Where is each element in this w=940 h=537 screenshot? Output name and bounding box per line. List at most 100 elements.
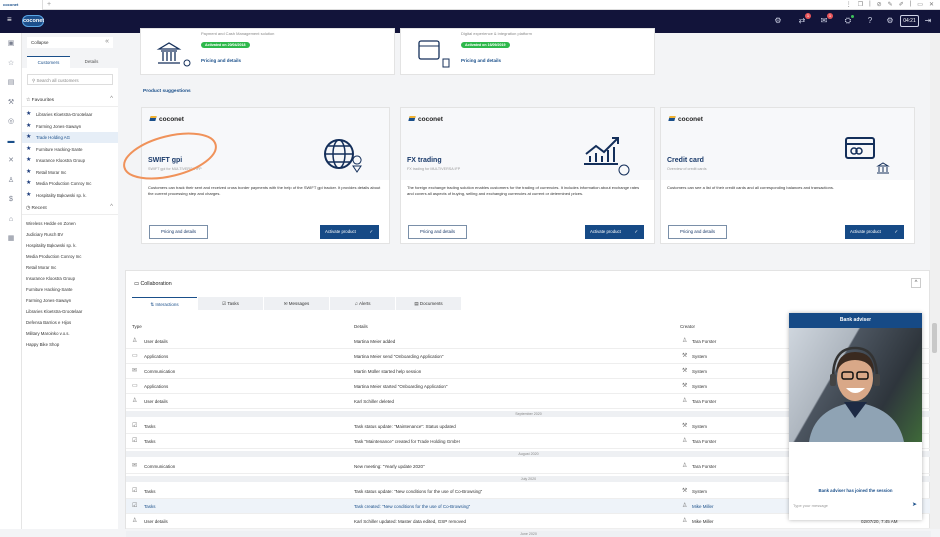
details-cell: Martina Meier added (354, 339, 396, 344)
help-icon[interactable]: ? (865, 16, 875, 26)
recent-item[interactable]: Furniture Hacking-Sante (26, 287, 73, 292)
window-control[interactable]: | (910, 1, 912, 8)
star-icon[interactable]: ★ (26, 178, 31, 189)
recent-header[interactable]: ◷ Recent ^ (22, 203, 118, 215)
column-details[interactable]: Details (354, 324, 368, 329)
window-control[interactable]: ⋮ (846, 1, 852, 8)
tab-documents[interactable]: ▤ Documents (396, 297, 461, 310)
recent-item[interactable]: Wireless Hedde en Zonen (26, 221, 76, 226)
favourites-header[interactable]: ☆ Favourites ^ (22, 95, 118, 107)
collapse-button[interactable]: Collapse « (27, 37, 113, 48)
window-control[interactable]: ❐ (858, 1, 863, 8)
chat-message-input[interactable]: Type your message (793, 503, 828, 508)
collaboration-tabs: ⇅ Interactions ☑ Tasks ✉ Messages ♫ Alerts ▤… (132, 297, 461, 310)
credit-card-icon (842, 134, 892, 181)
recent-item[interactable]: Judiciary Rusch BV (26, 232, 63, 237)
new-tab-button[interactable]: + (47, 1, 51, 8)
tab-customers[interactable]: Customers (27, 56, 70, 68)
pricing-button[interactable]: Pricing and details (408, 225, 467, 239)
pricing-button[interactable]: Pricing and details (149, 225, 208, 239)
window-controls: ⋮ ❐ | ⊘ ✎ ✐ | ▭ ✕ (846, 1, 934, 8)
search-input[interactable]: ⚲ Search all customers (27, 74, 113, 85)
favourite-item[interactable]: ★ Farming Jones-Sawayn (22, 121, 118, 132)
cards-icon[interactable]: ▤ (5, 77, 17, 89)
menu-icon[interactable]: ≡ (7, 15, 12, 24)
window-control[interactable]: ✎ (888, 1, 893, 8)
activate-product-button[interactable]: Activate product ✓ (845, 225, 904, 239)
home-icon[interactable]: ⌂ (5, 214, 17, 226)
creator-cell: Tara Forster (692, 464, 717, 469)
star-icon[interactable]: ★ (26, 121, 31, 132)
activate-product-button[interactable]: Activate product ✓ (320, 225, 379, 239)
currency-icon[interactable]: $ (5, 194, 17, 206)
send-icon[interactable]: ➤ (912, 501, 917, 508)
collapse-icon[interactable]: « (105, 38, 109, 45)
window-control[interactable]: ⊘ (877, 1, 882, 8)
tab-details[interactable]: Details (70, 56, 113, 68)
star-icon[interactable]: ★ (26, 167, 31, 178)
tools-icon[interactable]: ⚒ (5, 97, 17, 109)
activate-product-button[interactable]: Activate product ✓ (585, 225, 644, 239)
payments-icon[interactable]: ▬ (5, 136, 17, 148)
transfer-icon[interactable]: ⇄ 1 (797, 13, 811, 26)
coconet-logo[interactable]: coconet (22, 15, 44, 27)
recent-item[interactable]: Hospitality Bąkowski sp. k. (26, 243, 77, 248)
pricing-button[interactable]: Pricing and details (668, 225, 727, 239)
recent-item[interactable]: Defensa Barrios e Hijos (26, 320, 71, 325)
column-creator[interactable]: Creator (680, 324, 695, 329)
tab-alerts[interactable]: ♫ Alerts (330, 297, 395, 310)
star-icon[interactable]: ★ (26, 155, 31, 166)
recent-item[interactable]: Media Production Conroy Inc (26, 254, 81, 259)
favourite-item[interactable]: ★ Trade Holding AG (22, 132, 118, 143)
window-control[interactable]: ✕ (929, 1, 934, 8)
logout-icon[interactable]: ⇥ (923, 16, 933, 26)
favourite-item[interactable]: ★ Media Production Conroy Inc (22, 178, 118, 189)
icon-rail: ▣ ☆ ▤ ⚒ ◎ ▬ ✕ ♙ $ ⌂ ▦ (0, 33, 22, 529)
status-icon[interactable]: ⛭ (843, 15, 854, 26)
collapse-panel-button[interactable]: ^ (911, 278, 921, 288)
favourite-item[interactable]: ★ Libraries Kloetstra-Grootelaar (22, 109, 118, 120)
chevron-up-icon[interactable]: ^ (110, 96, 113, 102)
scrollbar-thumb[interactable] (932, 323, 937, 353)
star-icon[interactable]: ★ (26, 190, 31, 201)
browser-tab[interactable]: coconet (0, 0, 43, 10)
user-icon[interactable]: ♙ (5, 175, 17, 187)
star-icon[interactable]: ★ (26, 144, 31, 155)
calendar-icon[interactable]: ▦ (5, 233, 17, 245)
settings-tools-icon[interactable]: ✕ (5, 155, 17, 167)
creator-icon: ⚒ (682, 368, 688, 374)
type-cell: User details (144, 339, 168, 344)
pricing-link[interactable]: Pricing and details (461, 58, 501, 63)
recent-item[interactable]: Insurance Kloostra Group (26, 276, 75, 281)
tab-interactions[interactable]: ⇅ Interactions (132, 297, 197, 310)
recent-item[interactable]: Military Maroinko v.o.s. (26, 331, 70, 336)
recent-item[interactable]: Farming Jones-Sawayn (26, 298, 71, 303)
star-icon[interactable]: ★ (26, 132, 31, 143)
online-dot (851, 15, 854, 18)
recent-item[interactable]: Retail Morar Inc (26, 265, 56, 270)
search-placeholder: Search all customers (36, 78, 79, 83)
tab-messages[interactable]: ✉ Messages (264, 297, 329, 310)
star-icon[interactable]: ☆ (5, 58, 17, 70)
favourite-item[interactable]: ★ Furniture Hacking-Sante (22, 144, 118, 155)
favourite-item[interactable]: ★ Insurance Kloostra Group (22, 155, 118, 166)
pricing-link[interactable]: Pricing and details (201, 58, 241, 63)
favourite-item[interactable]: ★ Retail Morar Inc (22, 167, 118, 178)
recent-item[interactable]: Libraries Kloetstra-Grootelaar (26, 309, 82, 314)
monitor-icon[interactable]: ▣ (5, 38, 17, 50)
messages-icon[interactable]: ✉ 1 (819, 13, 833, 26)
details-cell: Task status update: "New conditions for … (354, 489, 483, 494)
window-control[interactable]: ✐ (899, 1, 904, 8)
window-control[interactable]: | (869, 1, 871, 8)
chevron-up-icon[interactable]: ^ (110, 204, 113, 210)
tab-tasks[interactable]: ☑ Tasks (198, 297, 263, 310)
favourite-item[interactable]: ★ Hospitality Bąkowski sp. k. (22, 190, 118, 201)
page-scrollbar[interactable] (930, 33, 940, 529)
star-icon[interactable]: ★ (26, 109, 31, 120)
cobrowse-icon[interactable]: ⚙ (773, 16, 783, 26)
column-type[interactable]: Type (132, 324, 142, 329)
analytics-icon[interactable]: ◎ (5, 116, 17, 128)
window-control[interactable]: ▭ (917, 1, 923, 8)
recent-item[interactable]: Happy Bike Shop (26, 342, 59, 347)
settings-icon[interactable]: ⚙ (885, 16, 895, 26)
